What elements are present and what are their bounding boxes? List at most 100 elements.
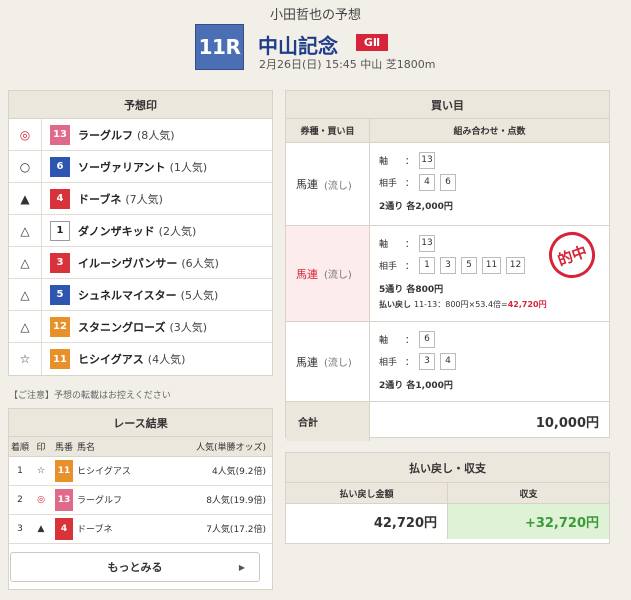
col-horse-number: 馬番 bbox=[51, 437, 77, 457]
prediction-row: △ 1 ダノンザキッド (2人気) bbox=[9, 215, 272, 247]
prediction-heading: 予想印 bbox=[9, 91, 272, 119]
axis-label: 軸 bbox=[379, 335, 389, 346]
partner-horse: 12 bbox=[506, 256, 525, 274]
colon: ： bbox=[405, 239, 415, 250]
col-bet-type: 券種・買い目 bbox=[286, 119, 370, 142]
colon: ： bbox=[405, 357, 415, 368]
prediction-row: ☆ 11 ヒシイグアス (4人気) bbox=[9, 343, 272, 375]
horse-number: 13 bbox=[50, 124, 70, 145]
bet-detail: 軸 ： 6 相手 ： 3 4 2通り 各1,000円 bbox=[370, 322, 609, 401]
bet-summary: 2通り 各1,000円 bbox=[379, 381, 453, 391]
axis-label: 軸 bbox=[379, 156, 389, 167]
payout-detail: 11-13：800円×53.4倍= bbox=[414, 300, 508, 309]
bet-type-cell: 馬連 (流し) bbox=[286, 322, 370, 401]
horse-number: 4 bbox=[50, 188, 70, 209]
result-rank: 3 bbox=[9, 514, 31, 544]
race-name[interactable]: 中山記念 bbox=[258, 30, 338, 59]
result-rank: 1 bbox=[9, 456, 31, 486]
bet-type-sub: (流し) bbox=[324, 270, 352, 281]
result-row: 3 ▲ 4 ドーブネ 7人気(17.2倍) bbox=[9, 514, 272, 544]
prediction-row: ▲ 4 ドーブネ (7人気) bbox=[9, 183, 272, 215]
col-mark: 印 bbox=[31, 437, 51, 457]
horse-name[interactable]: ドーブネ bbox=[78, 191, 121, 207]
horse-name[interactable]: ソーヴァリアント bbox=[78, 159, 166, 175]
horse-name[interactable]: イルーシヴパンサー bbox=[78, 255, 177, 271]
payout-line: 払い戻し 11-13：800円×53.4倍=42,720円 bbox=[379, 299, 600, 310]
horse-name[interactable]: シュネルマイスター bbox=[78, 287, 177, 303]
result-horse-number: 13 bbox=[55, 488, 73, 511]
result-horse-name[interactable]: ラーグルフ bbox=[77, 485, 158, 515]
horse-number: 3 bbox=[50, 252, 70, 273]
bet-detail: 軸： 13 相手： 1 3 5 11 12 5通り 各800円 払い戻し 11-13：800円×53… bbox=[370, 225, 609, 321]
colon: ： bbox=[405, 335, 415, 346]
reprint-notice: 【ご注意】予想の転載はお控えください bbox=[9, 391, 171, 401]
payback-amount-header: 払い戻し金額 bbox=[286, 483, 447, 504]
more-button-label: もっとみる bbox=[107, 561, 163, 574]
race-info: 2月26日(日) 15:45 中山 芝1800m bbox=[259, 58, 436, 71]
result-popularity: 8人気(19.9倍) bbox=[157, 485, 272, 515]
total-value: 10,000円 bbox=[535, 416, 599, 431]
balance-header: 収支 bbox=[448, 483, 609, 504]
partner-label: 相手 bbox=[379, 178, 398, 189]
bet-summary: 2通り 各2,000円 bbox=[379, 202, 453, 212]
prediction-mark: △ bbox=[9, 247, 42, 278]
axis-horse: 13 bbox=[419, 151, 435, 169]
race-number-badge: 11R bbox=[195, 24, 244, 70]
horse-popularity: (7人気) bbox=[125, 192, 163, 206]
colon: ： bbox=[405, 156, 415, 167]
prediction-row: △ 5 シュネルマイスター (5人気) bbox=[9, 279, 272, 311]
payout-amount: 42,720円 bbox=[507, 300, 547, 309]
horse-popularity: (2人気) bbox=[158, 224, 197, 238]
axis-line: 軸 ： 6 bbox=[379, 328, 600, 350]
bet-summary: 5通り 各800円 bbox=[379, 285, 444, 295]
bet-type-sub: (流し) bbox=[324, 358, 352, 369]
horse-name[interactable]: ラーグルフ bbox=[78, 127, 133, 143]
colon: ： bbox=[405, 178, 415, 189]
bets-panel: 買い目 券種・買い目 組み合わせ・点数 馬連 (流し) 軸： 13 相手： 4 6 2通り 各… bbox=[285, 90, 610, 441]
horse-number: 5 bbox=[50, 284, 70, 305]
page-title: 小田哲也の予想 bbox=[269, 8, 361, 23]
partner-horse: 3 bbox=[440, 256, 456, 274]
result-mark: ☆ bbox=[31, 456, 51, 486]
more-button[interactable]: もっとみる ▶ bbox=[10, 552, 260, 582]
total-row: 合計 10,000円 bbox=[286, 402, 609, 441]
partner-horse: 3 bbox=[419, 352, 435, 370]
bet-type: 馬連 bbox=[296, 178, 318, 191]
result-horse-name[interactable]: ヒシイグアス bbox=[77, 456, 158, 486]
prediction-mark: △ bbox=[9, 215, 42, 246]
result-rank: 2 bbox=[9, 485, 31, 515]
horse-name[interactable]: ダノンザキッド bbox=[78, 223, 155, 239]
prediction-mark: △ bbox=[9, 279, 42, 310]
result-horse-number: 4 bbox=[55, 517, 73, 540]
prediction-mark: ○ bbox=[9, 151, 42, 182]
bet-row: 馬連 (流し) 軸 ： 6 相手 ： 3 4 2通り 各1,000円 bbox=[286, 322, 609, 402]
prediction-row: △ 3 イルーシヴパンサー (6人気) bbox=[9, 247, 272, 279]
horse-popularity: (3人気) bbox=[169, 320, 208, 334]
horse-name[interactable]: ヒシイグアス bbox=[78, 351, 144, 367]
chevron-right-icon: ▶ bbox=[238, 562, 245, 572]
result-mark: ▲ bbox=[31, 514, 51, 544]
bet-type-cell: 馬連 (流し) bbox=[286, 143, 370, 225]
axis-horse: 6 bbox=[419, 330, 435, 348]
colon: ： bbox=[405, 261, 415, 272]
bet-row: 馬連 (流し) 軸： 13 相手： 1 3 5 11 12 5通り 各800円 払い戻し 11-13：8… bbox=[286, 225, 609, 322]
horse-name[interactable]: スタニングローズ bbox=[78, 319, 165, 335]
bet-type-sub: (流し) bbox=[324, 180, 352, 192]
axis-label: 軸 bbox=[379, 239, 389, 250]
horse-popularity: (4人気) bbox=[147, 353, 186, 366]
result-number-cell: 11 bbox=[51, 456, 77, 486]
bets-heading: 買い目 bbox=[286, 91, 609, 119]
horse-popularity: (5人気) bbox=[180, 288, 219, 302]
prediction-panel: 予想印 ◎ 13 ラーグルフ (8人気) ○ 6 ソーヴァリアント (1人気) ▲ 4 ドーブネ (7… bbox=[8, 90, 273, 376]
bet-type: 馬連 bbox=[296, 355, 318, 369]
partner-horse: 1 bbox=[419, 256, 435, 274]
horse-popularity: (8人気) bbox=[137, 128, 175, 142]
prediction-mark: ◎ bbox=[9, 119, 42, 150]
result-table: 着順 印 馬番 馬名 人気(単勝オッズ) 1 ☆ 11 ヒシイグアス 4人気(9.2倍)… bbox=[9, 437, 272, 544]
axis-line: 軸 ： 13 bbox=[379, 149, 600, 171]
col-combination: 組み合わせ・点数 bbox=[370, 119, 609, 142]
partner-horse: 4 bbox=[419, 173, 435, 191]
result-horse-name[interactable]: ドーブネ bbox=[77, 514, 158, 544]
horse-number: 6 bbox=[50, 156, 70, 177]
prediction-row: △ 12 スタニングローズ (3人気) bbox=[9, 311, 272, 343]
